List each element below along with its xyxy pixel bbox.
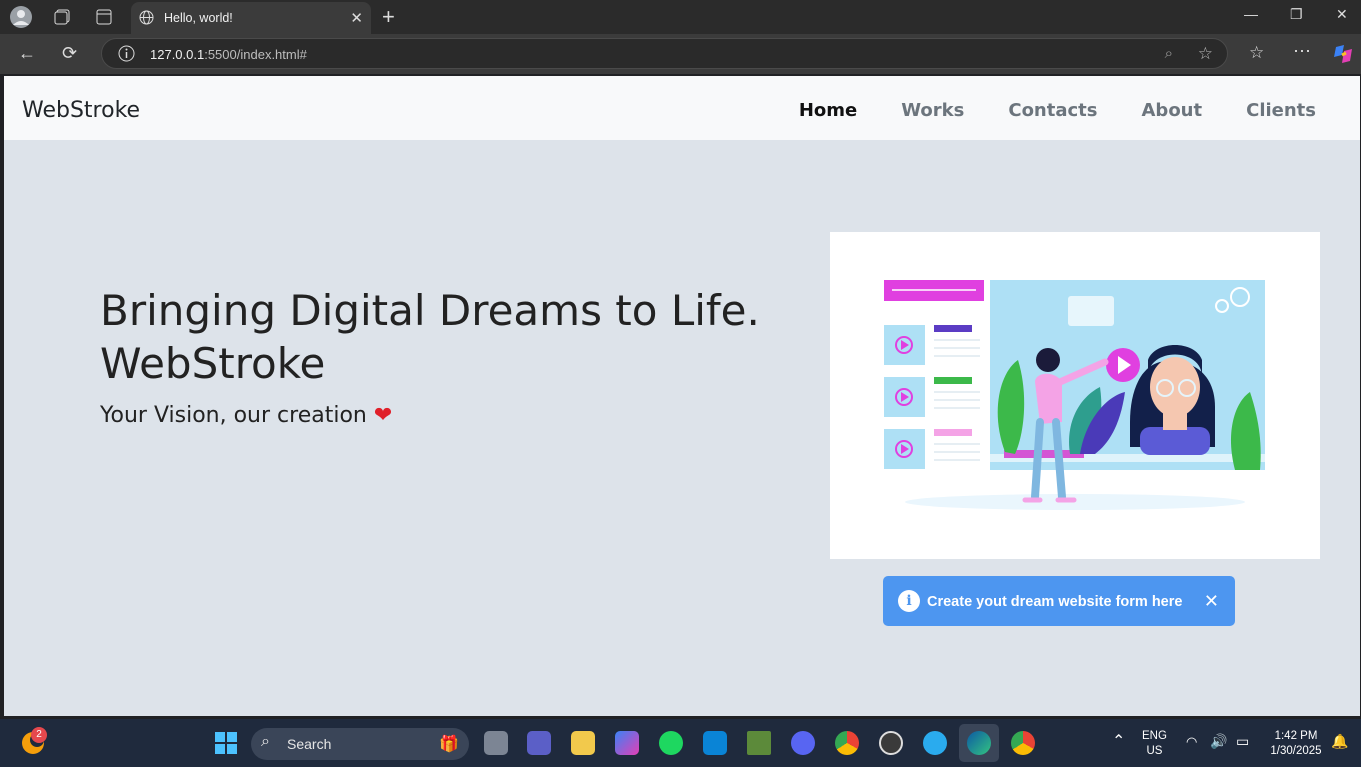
discord-icon[interactable] (791, 731, 815, 755)
nav-links: Home Works Contacts About Clients (799, 100, 1360, 121)
close-tab-icon[interactable]: ✕ (350, 9, 363, 27)
restore-icon[interactable]: ❐ (1290, 6, 1303, 23)
clock[interactable]: 1:42 PM 1/30/2025 (1266, 729, 1326, 759)
language-indicator[interactable]: ENG US (1142, 729, 1167, 759)
gift-icon: 🎁 (439, 736, 459, 753)
site-info-icon[interactable] (118, 45, 135, 67)
lang-line1: ENG (1142, 730, 1167, 742)
url-path: :5500/index.html# (204, 47, 307, 62)
back-arrow-icon[interactable]: ← (18, 43, 36, 64)
workspaces-icon[interactable] (51, 6, 73, 28)
refresh-icon[interactable]: ⟳ (62, 43, 77, 64)
browser-toolbar: ← ⟳ 127.0.0.1:5500/index.html# ⌕ ☆ ☆ ⋯ (0, 34, 1361, 74)
nav-contacts[interactable]: Contacts (1008, 100, 1097, 121)
spotify-icon[interactable] (659, 731, 683, 755)
more-menu-icon[interactable]: ⋯ (1293, 41, 1311, 62)
hero-illustration-card (830, 232, 1320, 559)
site-brand[interactable]: WebStroke (22, 98, 140, 123)
url-host: 127.0.0.1 (150, 47, 205, 62)
notifications-bell-icon[interactable]: 🔔 (1331, 733, 1348, 750)
clock-date: 1/30/2025 (1270, 745, 1322, 757)
info-icon: i (898, 590, 920, 612)
hero-title-line2: WebStroke (100, 339, 326, 388)
minecraft-icon[interactable] (747, 731, 771, 755)
window-close-icon[interactable]: ✕ (1336, 6, 1348, 23)
hero-subtitle: Your Vision, our creation (100, 403, 367, 428)
tab-title: Hello, world! (164, 11, 233, 25)
windows-start-icon[interactable] (215, 732, 237, 759)
nav-works[interactable]: Works (901, 100, 964, 121)
hero-subtitle-row: Your Vision, our creation ❤ (100, 403, 392, 428)
globe-icon (139, 10, 154, 28)
wifi-icon[interactable]: ◠ (1186, 734, 1197, 750)
teams-icon[interactable] (527, 731, 551, 755)
nav-home[interactable]: Home (799, 100, 857, 121)
address-bar[interactable]: 127.0.0.1:5500/index.html# ⌕ ☆ (101, 38, 1228, 69)
tray-overflow-icon[interactable]: ⌃ (1112, 731, 1125, 751)
browser-tabbar: Hello, world! ✕ + — ❐ ✕ (0, 0, 1361, 34)
obs-icon[interactable] (879, 731, 903, 755)
profile-avatar-icon[interactable] (10, 6, 32, 28)
tab-actions-icon[interactable] (93, 6, 115, 28)
windows-taskbar: 2 ⌕ Search 🎁 ⌃ ENG US ◠ 🔊 ▭ 1:42 PM 1/30… (0, 719, 1361, 767)
telegram-icon[interactable] (923, 731, 947, 755)
favorite-star-icon[interactable]: ☆ (1198, 44, 1213, 64)
nav-about[interactable]: About (1142, 100, 1203, 121)
favorites-icon[interactable]: ☆ (1249, 43, 1264, 63)
nav-clients[interactable]: Clients (1246, 100, 1316, 121)
chrome-icon[interactable] (835, 731, 859, 755)
toast-close-icon[interactable]: ✕ (1204, 591, 1219, 612)
chrome-profile-icon[interactable] (1011, 731, 1035, 755)
hero-title: Bringing Digital Dreams to Life. WebStro… (100, 284, 760, 390)
vscode-icon[interactable] (703, 731, 727, 755)
site-navbar: WebStroke Home Works Contacts About Clie… (4, 76, 1360, 140)
task-view-icon[interactable] (484, 731, 508, 755)
taskbar-search[interactable]: ⌕ Search 🎁 (251, 728, 469, 760)
battery-icon[interactable]: ▭ (1236, 733, 1249, 750)
video-creator-illustration (884, 280, 1265, 510)
info-toast: i Create yout dream website form here ✕ (883, 576, 1235, 626)
file-explorer-icon[interactable] (571, 731, 595, 755)
url-text[interactable]: 127.0.0.1:5500/index.html# (150, 47, 307, 62)
heart-icon: ❤ (373, 403, 393, 428)
new-tab-icon[interactable]: + (382, 4, 395, 30)
copilot-icon[interactable] (1332, 43, 1354, 70)
hero-title-line1: Bringing Digital Dreams to Life. (100, 286, 760, 335)
page-viewport: WebStroke Home Works Contacts About Clie… (4, 76, 1360, 716)
zoom-icon[interactable]: ⌕ (1165, 45, 1173, 62)
search-placeholder: Search (287, 736, 332, 752)
edge-icon[interactable] (967, 731, 991, 755)
copilot-app-icon[interactable] (615, 731, 639, 755)
notification-badge: 2 (31, 727, 47, 743)
minimize-icon[interactable]: — (1244, 6, 1258, 22)
volume-icon[interactable]: 🔊 (1210, 733, 1227, 750)
browser-tab[interactable]: Hello, world! ✕ (131, 2, 371, 34)
toast-message[interactable]: Create yout dream website form here (927, 594, 1182, 610)
clock-time: 1:42 PM (1274, 730, 1318, 742)
lang-line2: US (1146, 745, 1163, 757)
search-icon: ⌕ (261, 733, 270, 750)
